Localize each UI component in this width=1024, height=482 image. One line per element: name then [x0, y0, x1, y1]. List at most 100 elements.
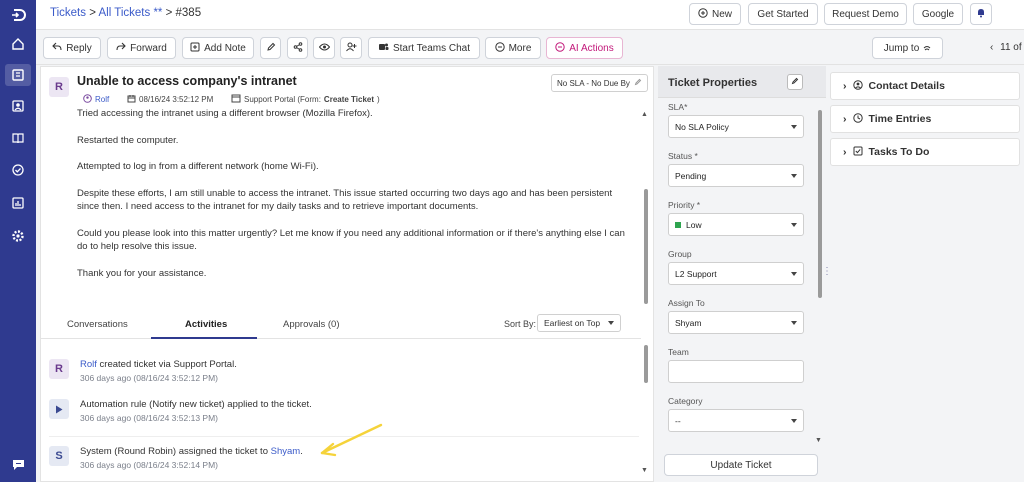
more-button[interactable]: More	[485, 37, 541, 59]
ai-actions-button[interactable]: AI Actions	[546, 37, 623, 59]
activity-scrollbar[interactable]	[644, 345, 648, 383]
chevron-right-icon: ›	[843, 80, 847, 92]
chevron-down-icon	[608, 321, 614, 325]
google-label: Google	[921, 8, 955, 20]
sla-due-text: No SLA - No Due By	[557, 78, 630, 88]
contacts-icon[interactable]	[9, 97, 27, 115]
new-button[interactable]: New	[689, 3, 741, 25]
play-icon	[49, 399, 69, 419]
sla-label: SLA*	[668, 102, 688, 112]
reply-icon	[52, 42, 62, 54]
edit-button[interactable]	[260, 37, 281, 59]
ticket-tabs: Conversations Activities Approvals (0) S…	[41, 311, 641, 339]
activity-avatar: S	[49, 446, 69, 466]
forward-button[interactable]: Forward	[107, 37, 176, 59]
priority-select[interactable]: Low	[668, 213, 804, 236]
status-value: Pending	[675, 170, 707, 181]
team-input[interactable]	[668, 360, 804, 383]
clock-icon	[852, 112, 863, 126]
ticket-properties-panel: Ticket Properties SLA* No SLA Policy Sta…	[658, 66, 826, 482]
reports-icon[interactable]	[9, 194, 27, 212]
google-button[interactable]: Google	[913, 3, 963, 25]
requester-meta: Rolf	[83, 94, 109, 105]
share-button[interactable]	[287, 37, 308, 59]
reply-label: Reply	[66, 42, 92, 54]
assignee-link[interactable]: Shyam	[271, 446, 301, 457]
activity-actor-link[interactable]: Rolf	[80, 359, 97, 370]
activity-message: created ticket via Support Portal.	[96, 359, 237, 370]
note-icon	[190, 42, 200, 55]
properties-scroll-down-icon[interactable]: ▼	[815, 437, 822, 444]
chevron-down-icon	[791, 320, 797, 325]
notifications-button[interactable]	[970, 3, 992, 25]
tab-approvals[interactable]: Approvals (0)	[283, 319, 340, 330]
bell-icon	[976, 7, 986, 21]
source-text: Support Portal (Form:	[244, 95, 321, 104]
description-scrollbar[interactable]	[644, 189, 648, 304]
activity-time: 306 days ago (08/16/24 3:52:14 PM)	[80, 460, 218, 470]
sla-due-box[interactable]: No SLA - No Due By	[551, 74, 648, 92]
activity-text: Automation rule (Notify new ticket) appl…	[80, 399, 312, 410]
group-select[interactable]: L2 Support	[668, 262, 804, 285]
previous-icon[interactable]: ‹	[990, 42, 993, 53]
breadcrumb-all-tickets-link[interactable]: All Tickets **	[98, 7, 162, 19]
category-select[interactable]: --	[668, 409, 804, 432]
sort-select[interactable]: Earliest on Top	[537, 314, 621, 332]
chat-icon[interactable]	[9, 455, 27, 473]
group-value: L2 Support	[675, 268, 717, 279]
jump-to-button[interactable]: Jump to	[872, 37, 943, 59]
request-demo-button[interactable]: Request Demo	[824, 3, 907, 25]
ticket-detail-panel: R Unable to access company's intranet Ro…	[40, 66, 654, 482]
breadcrumb-tickets-link[interactable]: Tickets	[50, 7, 86, 19]
activity-text: System (Round Robin) assigned the ticket…	[80, 446, 303, 457]
watch-button[interactable]	[313, 37, 335, 59]
description-paragraph: Despite these efforts, I am still unable…	[77, 187, 613, 213]
tab-activities[interactable]: Activities	[185, 319, 227, 330]
calendar-icon	[127, 94, 136, 105]
logo-icon[interactable]	[9, 6, 27, 24]
tasks-icon[interactable]	[9, 161, 27, 179]
request-demo-label: Request Demo	[832, 8, 899, 20]
created-meta: 08/16/24 3:52:12 PM	[127, 94, 213, 105]
add-user-button[interactable]	[340, 37, 362, 59]
share-icon	[293, 41, 303, 55]
tasks-to-do-section[interactable]: › Tasks To Do	[830, 138, 1020, 166]
edit-properties-button[interactable]	[787, 74, 803, 90]
activity-initial: S	[55, 450, 63, 462]
requester-avatar: R	[49, 77, 69, 97]
priority-label: Priority *	[668, 200, 701, 210]
contact-details-section[interactable]: › Contact Details	[830, 72, 1020, 100]
tab-conversations[interactable]: Conversations	[67, 319, 128, 330]
home-icon[interactable]	[9, 35, 27, 53]
tasks-to-do-label: Tasks To Do	[868, 146, 930, 158]
get-started-button[interactable]: Get Started	[748, 3, 818, 25]
activity-time: 306 days ago (08/16/24 3:52:12 PM)	[80, 373, 218, 383]
status-select[interactable]: Pending	[668, 164, 804, 187]
source-suffix: )	[377, 95, 380, 104]
category-label: Category	[668, 396, 703, 406]
requester-link[interactable]: Rolf	[95, 95, 109, 104]
assign-to-select[interactable]: Shyam	[668, 311, 804, 334]
knowledge-base-icon[interactable]	[9, 129, 27, 147]
activity-text: Rolf created ticket via Support Portal.	[80, 359, 237, 370]
category-value: --	[675, 415, 681, 426]
add-note-button[interactable]: Add Note	[182, 37, 254, 59]
start-teams-chat-button[interactable]: Start Teams Chat	[368, 37, 480, 59]
settings-icon[interactable]	[9, 227, 27, 245]
update-ticket-button[interactable]: Update Ticket	[664, 454, 818, 476]
annotation-arrow-icon	[320, 423, 383, 457]
sort-value: Earliest on Top	[544, 318, 601, 328]
sla-select[interactable]: No SLA Policy	[668, 115, 804, 138]
reply-button[interactable]: Reply	[43, 37, 101, 59]
description-paragraph: Thank you for your assistance.	[77, 267, 207, 279]
activity-scroll-down-icon[interactable]: ▼	[641, 467, 648, 474]
ticket-pager: ‹ 11 of 151 ›	[990, 42, 1024, 53]
assign-to-label: Assign To	[668, 298, 705, 308]
user-circle-icon	[83, 94, 92, 105]
sort-by-label: Sort By:	[504, 319, 537, 329]
contact-details-label: Contact Details	[868, 80, 945, 92]
tickets-icon[interactable]	[5, 64, 31, 86]
chevron-down-icon	[791, 271, 797, 276]
time-entries-section[interactable]: › Time Entries	[830, 105, 1020, 133]
description-scroll-up-icon[interactable]: ▲	[641, 111, 648, 118]
